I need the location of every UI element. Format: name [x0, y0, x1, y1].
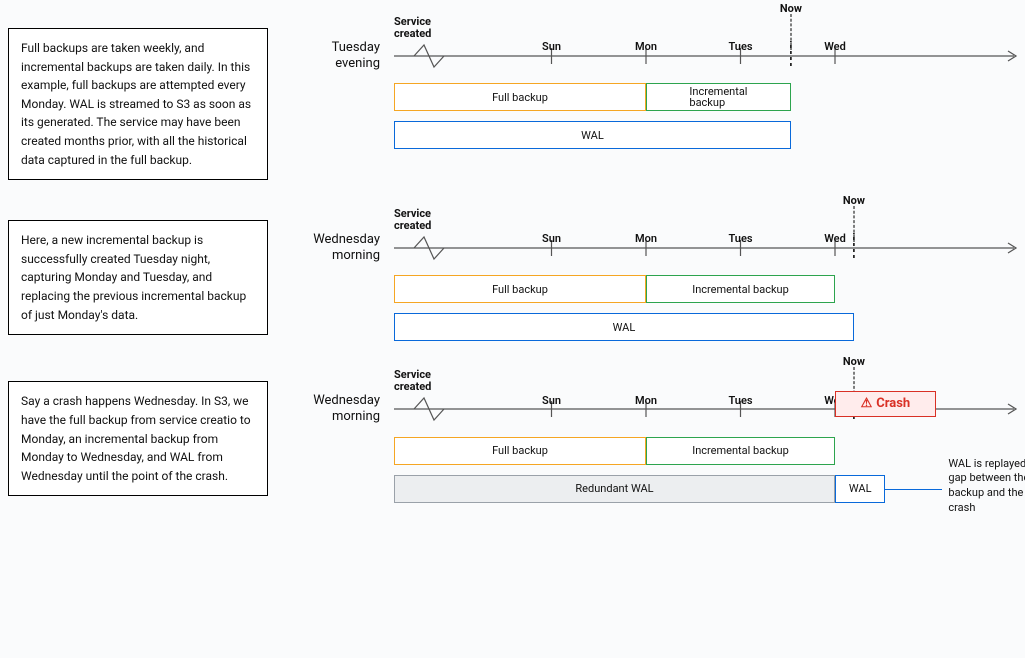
panel-title: Wednesdaymorning	[302, 393, 382, 424]
timeline-area: Servicecreated Sun Mon Tues Wed Now Wedn…	[302, 208, 1024, 341]
bar-incremental-backup: Incremental backup	[646, 275, 835, 303]
bar-incremental-backup: Incremental backup	[646, 437, 835, 465]
crash-label: Crash	[876, 396, 910, 411]
bar-redundant-wal: Redundant WAL	[394, 475, 835, 503]
label-service-created: Servicecreated	[394, 208, 1024, 232]
timeline-area: Servicecreated Sun Mon Tues Wed Now Wedn…	[302, 369, 1024, 502]
label-wed: Wed	[824, 40, 846, 53]
connector-line	[885, 489, 942, 490]
label-mon: Mon	[635, 394, 657, 407]
panel-title: Tuesdayevening	[302, 40, 382, 71]
section-tuesday-evening: Full backups are taken weekly, and incre…	[8, 16, 1018, 180]
timeline-axis	[394, 41, 1024, 71]
bar-wal: WAL	[835, 475, 885, 503]
bars: ⚠Crash Full backup Incremental backup Re…	[394, 437, 1024, 503]
wal-annotation: WAL is replayed to bridge the gap betwee…	[948, 457, 1025, 516]
axis-header: Servicecreated Sun Mon Tues Wed Now	[394, 16, 1024, 40]
page: Full backups are taken weekly, and incre…	[8, 16, 1018, 503]
warning-icon: ⚠	[861, 396, 873, 411]
bars: Full backup Incremental backup WAL	[394, 275, 1024, 341]
bars: Full backup Incrementalbackup WAL	[394, 83, 1024, 149]
label-tues: Tues	[728, 232, 752, 245]
bar-full-backup: Full backup	[394, 437, 646, 465]
label-mon: Mon	[635, 40, 657, 53]
label-sun: Sun	[542, 40, 561, 53]
bar-full-backup: Full backup	[394, 83, 646, 111]
label-sun: Sun	[542, 394, 561, 407]
section-wednesday-morning: Here, a new incremental backup is succes…	[8, 208, 1018, 341]
description-box: Say a crash happens Wednesday. In S3, we…	[8, 381, 268, 496]
label-mon: Mon	[635, 232, 657, 245]
timeline-area: Servicecreated Sun Mon Tues Wed Now Tues…	[302, 16, 1024, 149]
bar-incremental-backup: Incrementalbackup	[646, 83, 791, 111]
label-wed: Wed	[824, 232, 846, 245]
axis-header: Servicecreated Sun Mon Tues Wed Now	[394, 208, 1024, 232]
label-tues: Tues	[728, 40, 752, 53]
bar-full-backup: Full backup	[394, 275, 646, 303]
bar-wal: WAL	[394, 313, 854, 341]
timeline-axis	[394, 233, 1024, 263]
panel-title: Wednesdaymorning	[302, 232, 382, 263]
label-service-created: Servicecreated	[394, 16, 1024, 40]
crash-badge: ⚠Crash	[835, 391, 936, 417]
label-sun: Sun	[542, 232, 561, 245]
section-wednesday-crash: Say a crash happens Wednesday. In S3, we…	[8, 369, 1018, 502]
description-box: Here, a new incremental backup is succes…	[8, 220, 268, 335]
description-box: Full backups are taken weekly, and incre…	[8, 28, 268, 180]
label-tues: Tues	[728, 394, 752, 407]
bar-wal: WAL	[394, 121, 791, 149]
